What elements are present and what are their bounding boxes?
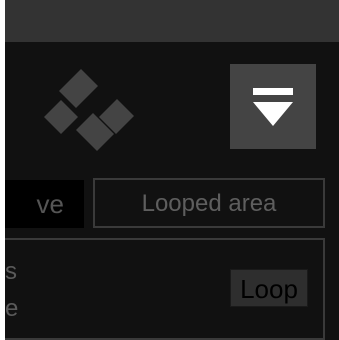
app-frame: ve Looped area s e Loop [5,0,339,340]
top-strip [5,0,339,42]
mode-option-looped-area[interactable]: Looped area [93,178,325,228]
filter-menu-icon [253,88,293,126]
panel-text-line-2: e [5,295,19,322]
mode-option-partial-label: ve [36,189,64,219]
mode-option-looped-area-label: Looped area [141,190,277,217]
panel-text-line-1: s [5,258,17,285]
filter-menu-button[interactable] [230,64,316,149]
mode-option-partial[interactable]: ve [5,180,84,228]
loop-button-label: Loop [240,274,298,304]
loop-button[interactable]: Loop [230,269,308,307]
diamond-arrows-logo-icon [44,69,134,151]
